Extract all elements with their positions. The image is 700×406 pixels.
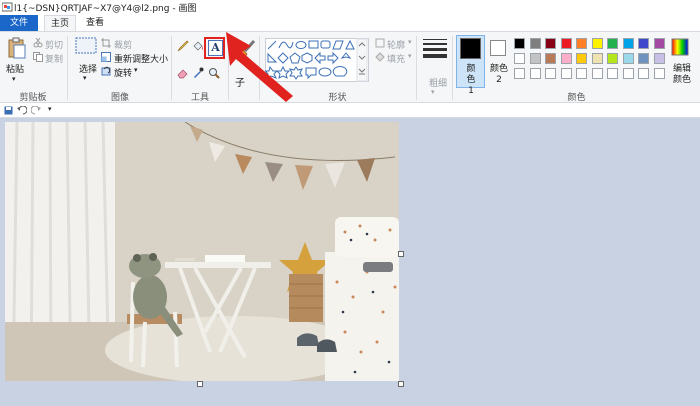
copy-button[interactable]: 复制 [45,52,63,65]
palette-swatch[interactable] [545,68,556,79]
palette-swatch[interactable] [560,68,572,79]
resize-button[interactable]: 重新调整大小 [114,52,168,65]
palette-swatch[interactable] [514,38,525,49]
palette-swatch[interactable] [638,68,649,79]
rotate-icon [101,66,111,76]
cut-icon [33,38,43,48]
canvas-resize-handle-bottom[interactable] [197,381,203,387]
pencil-icon[interactable] [177,40,189,52]
canvas-resize-handle-corner[interactable] [398,381,404,387]
select-dropdown-icon[interactable]: ▾ [83,74,87,82]
rotate-dropdown-icon[interactable]: ▾ [134,66,138,74]
palette-swatch[interactable] [529,53,541,64]
edit-colors-button[interactable]: 编辑颜色 [670,64,694,86]
palette-swatch[interactable] [514,53,525,64]
palette-swatch[interactable] [591,38,603,49]
title-bar: l1{~DSN}QRTJAF~X7@Y4@l2.png - 画图 [0,0,700,15]
palette-swatch[interactable] [591,68,603,79]
color2-label[interactable]: 颜色 2 [490,64,508,86]
redo-icon[interactable] [31,106,41,115]
copy-icon [33,52,43,62]
palette-swatch[interactable] [607,38,618,49]
palette-swatch[interactable] [607,68,618,79]
palette-swatch[interactable] [638,38,649,49]
color1-swatch[interactable] [460,38,481,59]
color2-swatch[interactable] [490,40,506,56]
clipboard-group-label: 剪贴板 [19,93,47,103]
color-picker-icon[interactable] [192,67,204,79]
paste-dropdown-icon[interactable]: ▾ [12,75,16,83]
separator [416,36,417,100]
size-dropdown-icon[interactable]: ▾ [431,88,435,96]
palette-swatch[interactable] [622,53,634,64]
eraser-icon[interactable] [177,67,189,79]
fill-bucket-icon[interactable] [192,40,204,52]
palette-swatch[interactable] [529,38,541,49]
palette-swatch[interactable] [622,38,634,49]
ribbon: 粘贴 ▾ 剪切 复制 剪贴板 选择 ▾ 裁剪 重新调整大小 旋转 ▾ 图像 A … [0,31,700,103]
line-width-icon[interactable] [423,38,447,58]
palette-swatch[interactable] [545,38,556,49]
edit-colors-icon [671,38,689,56]
palette-swatch[interactable] [653,53,665,64]
canvas-resize-handle-right[interactable] [398,251,404,257]
outline-icon [375,38,385,48]
paste-button[interactable]: 粘贴 [6,62,24,75]
paste-icon [8,37,26,59]
crop-icon [101,38,111,48]
palette-swatch[interactable] [638,53,649,64]
palette-swatch[interactable] [514,68,525,79]
save-icon[interactable] [4,106,13,115]
quick-access-toolbar: ▾ [0,103,700,118]
palette-swatch[interactable] [576,68,587,79]
tab-view[interactable]: 查看 [80,15,110,31]
image-canvas[interactable] [5,122,399,381]
annotation-arrow [226,32,293,102]
palette-swatch[interactable] [560,53,572,64]
palette-swatch[interactable] [529,68,541,79]
palette-swatch[interactable] [560,38,572,49]
shape-fill-button[interactable]: 填充 [387,52,405,65]
ribbon-tabs: 文件 主页 查看 [0,15,700,31]
crop-button[interactable]: 裁剪 [114,38,132,51]
paint-app-icon [2,2,13,12]
undo-icon[interactable] [17,106,27,115]
room-photo [5,122,399,381]
image-group-label: 图像 [110,93,129,103]
resize-icon [101,52,111,62]
select-button[interactable]: 选择 [79,62,97,75]
fill-dropdown-icon[interactable]: ▾ [408,52,412,60]
fill-icon [375,52,385,62]
outline-dropdown-icon[interactable]: ▾ [408,38,412,46]
window-title: l1{~DSN}QRTJAF~X7@Y4@l2.png - 画图 [14,4,197,14]
rotate-button[interactable]: 旋转 [114,66,132,79]
palette-swatch[interactable] [607,53,618,64]
palette-swatch[interactable] [622,68,634,79]
palette-swatch[interactable] [545,53,556,64]
shape-outline-button[interactable]: 轮廓 [387,38,405,51]
palette-swatch[interactable] [591,53,603,64]
customize-toolbar-dropdown-icon[interactable]: ▾ [48,105,52,113]
colors-group-label: 颜色 [567,93,586,103]
palette-swatch[interactable] [653,38,665,49]
tab-file[interactable]: 文件 [0,15,38,31]
palette-swatch[interactable] [653,68,665,79]
palette-swatch[interactable] [576,38,587,49]
palette-swatch[interactable] [576,53,587,64]
select-icon [75,37,97,54]
tab-home[interactable]: 主页 [44,15,76,31]
cut-button[interactable]: 剪切 [45,38,63,51]
